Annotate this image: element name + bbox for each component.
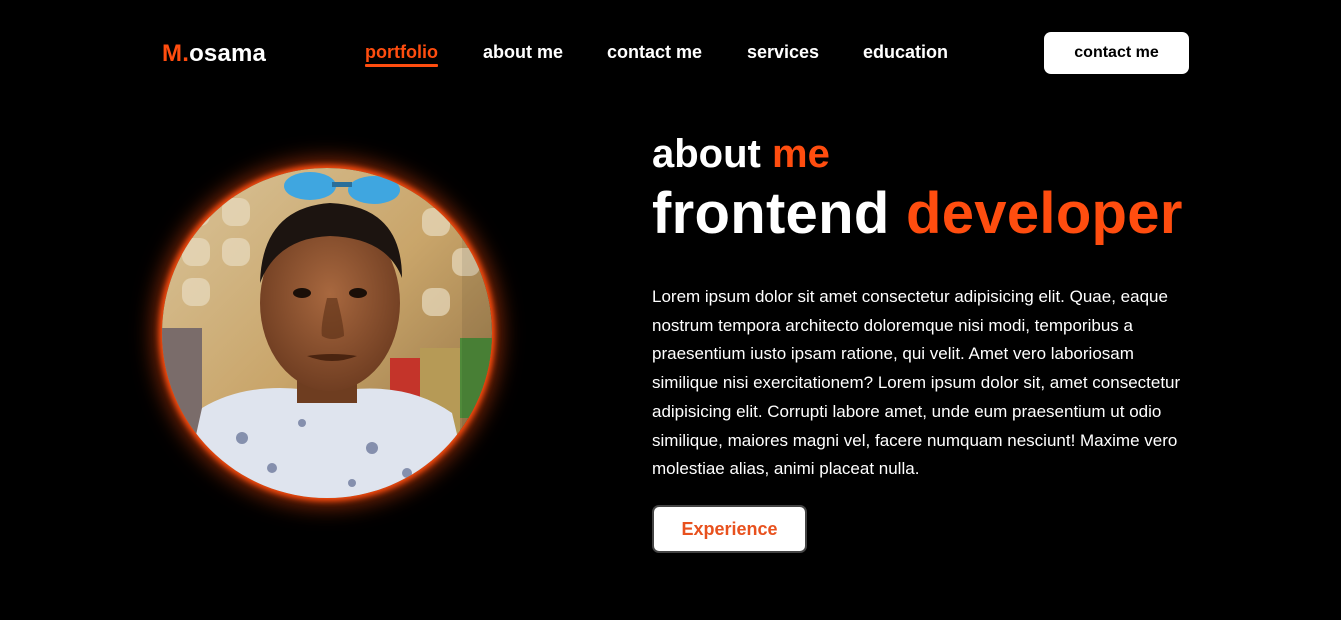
nav-link-services[interactable]: services: [747, 42, 819, 63]
about-paragraph: Lorem ipsum dolor sit amet consectetur a…: [652, 287, 1181, 479]
page-title: frontend developer: [652, 180, 1183, 247]
page: M.osama portfolio about me contact me se…: [0, 0, 1341, 620]
section-subtitle: about me: [652, 132, 830, 177]
logo-name: osama: [189, 40, 267, 67]
logo-prefix: M.: [162, 40, 190, 67]
experience-button[interactable]: Experience: [652, 505, 807, 553]
nav-link-portfolio[interactable]: portfolio: [365, 42, 438, 67]
nav-link-education[interactable]: education: [863, 42, 948, 63]
nav-link-about-me[interactable]: about me: [483, 42, 563, 63]
title-accent: developer: [906, 181, 1183, 246]
logo[interactable]: M.osama: [162, 40, 266, 68]
nav-link-contact-me[interactable]: contact me: [607, 42, 702, 63]
profile-photo: [162, 168, 492, 498]
title-plain: frontend: [652, 181, 890, 246]
subtitle-plain: about: [652, 132, 761, 176]
profile-avatar: [162, 168, 492, 498]
contact-me-button[interactable]: contact me: [1044, 32, 1189, 74]
subtitle-accent: me: [772, 132, 830, 176]
